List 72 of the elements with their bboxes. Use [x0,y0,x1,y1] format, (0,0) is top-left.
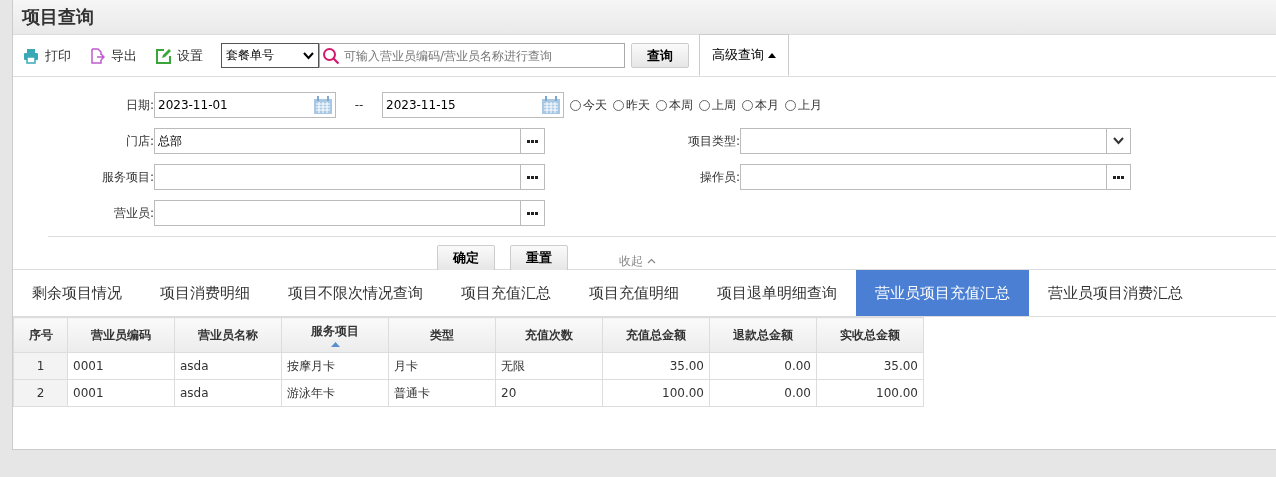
query-button[interactable]: 查询 [631,43,689,68]
table-cell: 0001 [67,379,175,407]
table-cell: 100.00 [816,379,924,407]
date-range-radio[interactable]: 昨天 [613,96,650,114]
table-cell: 无限 [495,352,603,380]
table-cell: asda [174,352,282,380]
collapse-link[interactable]: 收起 [613,251,662,271]
start-date-field[interactable]: 2023-11-01 [154,92,336,118]
table-cell: 游泳年卡 [281,379,389,407]
calendar-icon [541,95,561,115]
date-range-radio[interactable]: 上周 [699,96,736,114]
reset-button[interactable]: 重置 [510,245,568,271]
table-cell: 0.00 [709,352,817,380]
more-icon [527,139,538,143]
table-cell: 按摩月卡 [281,352,389,380]
salesperson-field[interactable] [154,200,545,226]
service-item-field[interactable] [154,164,545,190]
chevron-down-icon [1113,137,1124,145]
date-range-radio[interactable]: 上月 [785,96,822,114]
date-label: 日期: [124,96,154,114]
more-icon [527,211,538,215]
column-header[interactable]: 充值总金额 [602,317,710,353]
table-cell: 20 [495,379,603,407]
end-date-field[interactable]: 2023-11-15 [382,92,564,118]
table-cell: 月卡 [388,352,496,380]
search-icon [322,47,340,65]
table-cell: asda [174,379,282,407]
table-cell: 0.00 [709,379,817,407]
field-dropdown[interactable]: 套餐单号 [221,43,319,68]
report-tab[interactable]: 营业员项目充值汇总 [856,270,1029,316]
table-cell: 2 [13,379,68,407]
operator-label: 操作员: [698,168,740,186]
store-label: 门店: [124,132,154,150]
advanced-query-tab[interactable]: 高级查询 [699,34,789,76]
table-cell: 100.00 [602,379,710,407]
table-cell: 0001 [67,352,175,380]
table-cell: 普通卡 [388,379,496,407]
more-icon [1113,175,1124,179]
settings-button[interactable]: 设置 [155,46,203,65]
more-icon [527,175,538,179]
export-button[interactable]: 导出 [89,46,137,65]
service-item-label: 服务项目: [100,168,154,186]
column-header[interactable]: 退款总金额 [709,317,817,353]
chevron-down-icon [303,51,314,60]
item-type-dropdown[interactable] [740,128,1131,154]
range-separator: -- [353,98,365,112]
print-button[interactable]: 打印 [23,46,71,65]
table-cell: 1 [13,352,68,380]
column-header[interactable]: 充值次数 [495,317,603,353]
column-header[interactable]: 类型 [388,317,496,353]
column-header[interactable]: 营业员名称 [174,317,282,353]
column-header[interactable]: 实收总金额 [816,317,924,353]
calendar-icon [313,95,333,115]
salesperson-label: 营业员: [112,204,154,222]
chevron-up-icon [647,258,656,264]
export-icon [89,47,105,64]
date-range-radio[interactable]: 本月 [742,96,779,114]
item-type-label: 项目类型: [686,132,740,150]
column-header[interactable]: 营业员编码 [67,317,175,353]
date-range-radio[interactable]: 今天 [570,96,607,114]
column-header[interactable]: 序号 [13,317,68,353]
date-range-radio[interactable]: 本周 [656,96,693,114]
printer-icon [23,47,39,64]
column-header[interactable]: 服务项目 [281,317,389,353]
page-title: 项目查询 [22,5,94,29]
search-field[interactable]: 可输入营业员编码/营业员名称进行查询 [319,43,625,68]
table-cell: 35.00 [816,352,924,380]
edit-icon [155,47,171,64]
confirm-button[interactable]: 确定 [437,245,495,271]
store-field[interactable]: 总部 [154,128,545,154]
operator-field[interactable] [740,164,1131,190]
table-cell: 35.00 [602,352,710,380]
